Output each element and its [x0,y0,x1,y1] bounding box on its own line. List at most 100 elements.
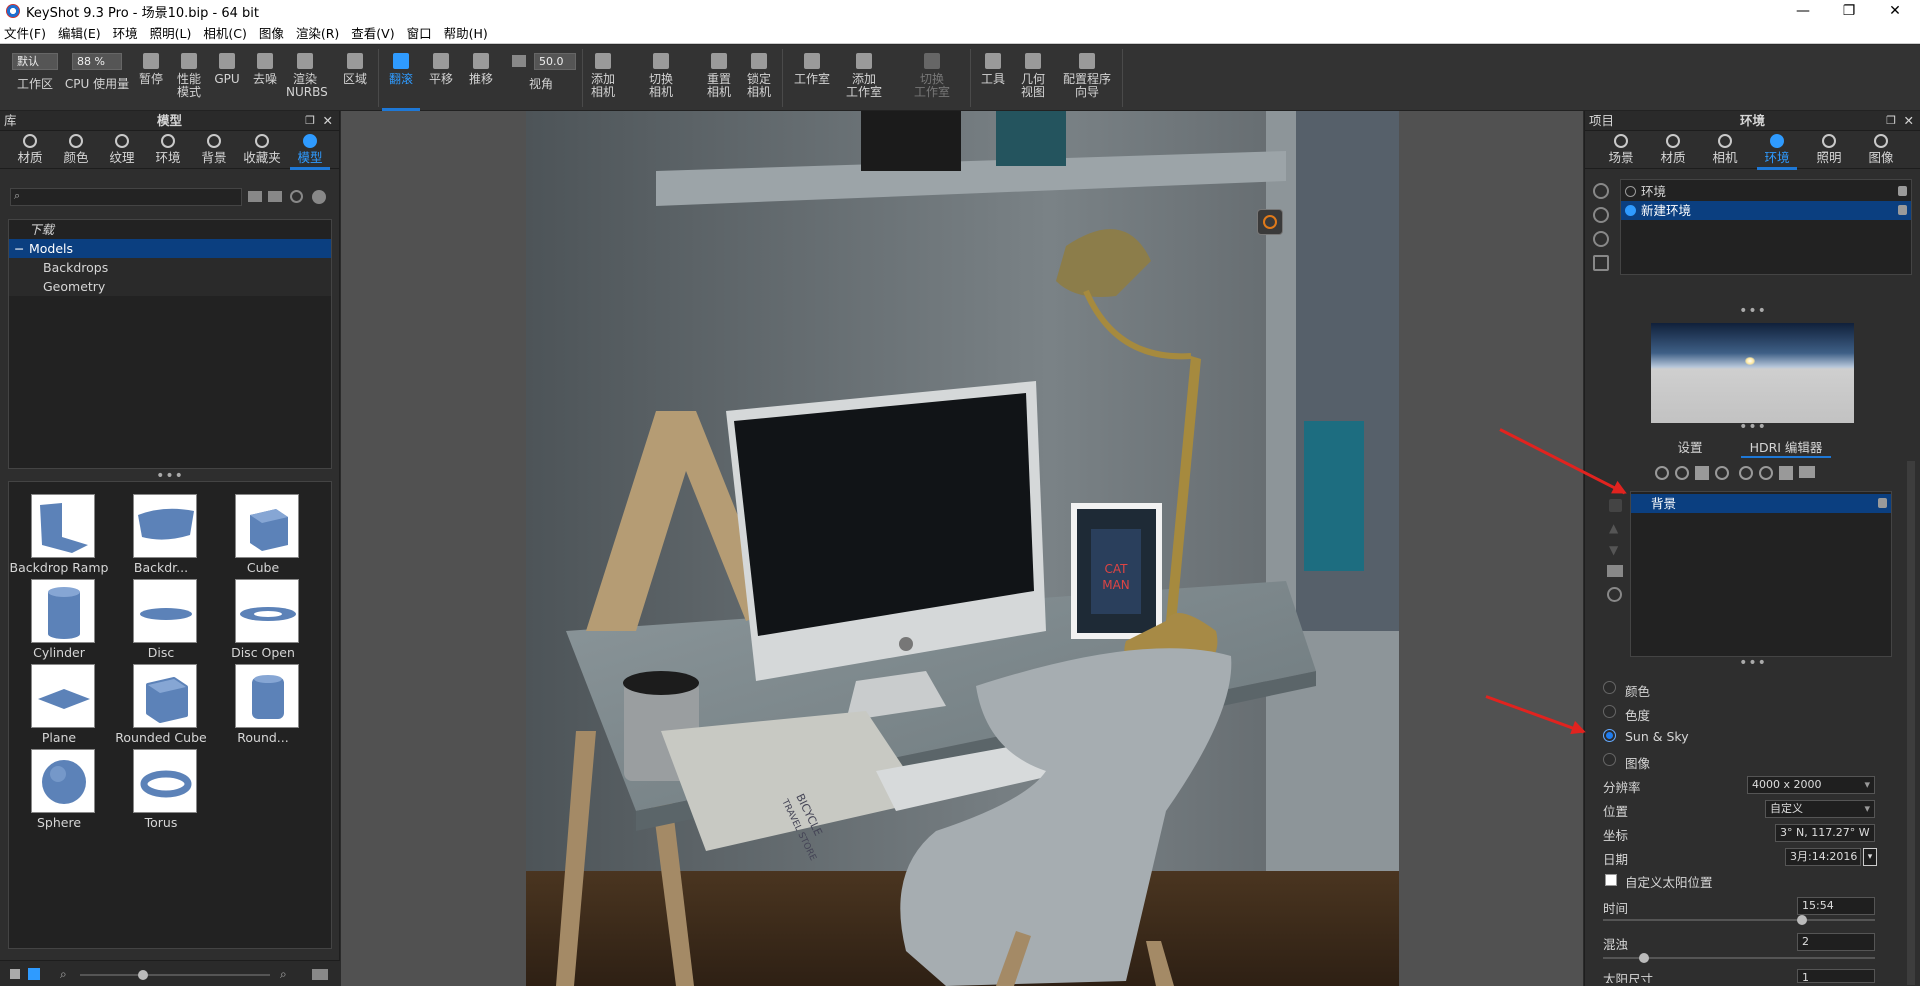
menu-edit[interactable]: 编辑(E) [58,23,101,42]
close-panel-icon[interactable]: ✕ [1904,111,1914,131]
tab-favorites[interactable]: 收藏夹 [236,133,288,165]
tab-lighting[interactable]: 照明 [1805,133,1853,165]
menu-render[interactable]: 渲染(R) [296,23,339,42]
move-up-icon[interactable]: ▲ [1609,521,1618,535]
radio-sun-sky[interactable] [1603,729,1616,742]
model-backdrop-ramp[interactable]: Backdrop Ramp [9,494,109,575]
model-rounded-cylinder[interactable]: Round... [213,664,313,745]
radio-color[interactable] [1603,681,1616,694]
tree-item-geometry[interactable]: Geometry [9,277,331,296]
splitter-handle[interactable]: ••• [1738,656,1768,670]
move-down-icon[interactable]: ▼ [1609,543,1618,557]
lock-camera-button[interactable]: 锁定 相机 [742,49,776,107]
model-disc-open[interactable]: Disc Open [213,579,313,660]
folder-add-icon[interactable] [268,191,282,202]
pause-button[interactable]: 暂停 [134,49,168,107]
environment-item[interactable]: 环境 [1621,182,1911,201]
thumbnail-size-slider[interactable] [80,970,270,980]
region-button[interactable]: 区域 [338,49,372,107]
render-mode-button[interactable] [1257,209,1283,235]
splitter-handle[interactable]: ••• [1738,420,1768,434]
refresh-icon[interactable] [290,190,303,203]
fov-input[interactable]: 50.0 [534,53,576,70]
tree-item-downloads[interactable]: 下载 [9,220,331,239]
turbidity-slider[interactable] [1603,953,1875,963]
model-cube[interactable]: Cube [213,494,313,575]
switch-studio-button[interactable]: 切换 工作室 [900,49,964,107]
layer-item-background[interactable]: 背景 [1631,494,1891,513]
date-picker-icon[interactable]: ▾ [1863,848,1877,866]
slider-knob[interactable] [138,970,148,980]
geometry-view-button[interactable]: 几何 视图 [1016,49,1050,107]
menu-lighting[interactable]: 照明(L) [150,23,192,42]
refresh-icon[interactable] [1739,466,1753,480]
denoise-button[interactable]: 去噪 [248,49,282,107]
menu-camera[interactable]: 相机(C) [203,23,246,42]
hdri-preview[interactable] [1651,323,1854,423]
radio-image[interactable] [1603,753,1616,766]
duplicate-icon[interactable] [1759,466,1773,480]
environment-item-selected[interactable]: 新建环境 [1621,201,1911,220]
tab-environments[interactable]: 环境 [144,133,192,165]
tab-textures[interactable]: 纹理 [98,133,146,165]
menu-window[interactable]: 窗口 [407,23,432,42]
model-torus[interactable]: Torus [111,749,211,830]
add-image-pin-icon[interactable] [1695,466,1709,480]
lock-icon[interactable] [1878,498,1887,508]
tab-models[interactable]: 模型 [286,133,334,170]
minimize-button[interactable]: — [1780,0,1826,22]
lock-icon[interactable] [1898,186,1907,196]
tab-environment[interactable]: 环境 [1753,133,1801,170]
add-pin-light-icon[interactable] [1675,466,1689,480]
splitter-handle[interactable]: ••• [155,469,185,483]
slider-knob[interactable] [1639,953,1649,963]
crosshair-icon[interactable] [1607,587,1622,602]
resolution-select[interactable]: 4000 x 2000 [1747,776,1875,794]
reset-camera-button[interactable]: 重置 相机 [702,49,736,107]
cloud-library-icon[interactable] [312,190,326,204]
close-panel-icon[interactable]: ✕ [323,111,333,131]
undock-icon[interactable]: ❐ [1886,111,1896,131]
time-input[interactable]: 15:54 [1797,897,1875,915]
sun-size-input[interactable]: 1 [1797,969,1875,983]
configurator-wizard-button[interactable]: 配置程序 向导 [1058,49,1116,107]
collapse-icon[interactable]: − [14,239,24,258]
render-viewport[interactable]: CAT MAN BICYCLE TRAVEL STORE [341,111,1583,986]
environment-settings-icon[interactable] [1593,231,1609,247]
trash-icon[interactable] [1593,255,1609,271]
add-sun-icon[interactable] [1715,466,1729,480]
add-environment-icon[interactable] [1593,183,1609,199]
splitter-handle[interactable]: ••• [1738,304,1768,318]
model-backdrop[interactable]: Backdr... [111,494,211,575]
folder-icon[interactable] [1607,565,1623,577]
date-input[interactable]: 3月:14:2016 [1785,848,1861,866]
grid-view-icon[interactable] [28,968,40,980]
folder-open-icon[interactable] [1799,466,1815,478]
tab-image[interactable]: 图像 [1857,133,1905,165]
library-search-input[interactable]: ⌕ [10,188,242,206]
model-plane[interactable]: Plane [9,664,109,745]
tree-item-backdrops[interactable]: Backdrops [9,258,331,277]
menu-file[interactable]: 文件(F) [4,23,46,42]
sun-marker[interactable] [1745,357,1755,365]
menu-environment[interactable]: 环境 [113,23,138,42]
turbidity-input[interactable]: 2 [1797,933,1875,951]
add-camera-button[interactable]: 添加 相机 [586,49,620,107]
lock-icon[interactable] [1898,205,1907,215]
gpu-button[interactable]: GPU [210,49,244,107]
duplicate-environment-icon[interactable] [1593,207,1609,223]
add-pin-icon[interactable] [1655,466,1669,480]
dolly-button[interactable]: 推移 [464,49,498,107]
custom-sun-checkbox[interactable] [1605,874,1617,886]
tab-materials[interactable]: 材质 [6,133,54,165]
studio-button[interactable]: 工作室 [790,49,834,107]
trash-icon[interactable] [1609,499,1622,512]
undock-icon[interactable]: ❐ [305,111,315,131]
model-sphere[interactable]: Sphere [9,749,109,830]
close-button[interactable]: ✕ [1872,0,1918,22]
menu-help[interactable]: 帮助(H) [444,23,488,42]
slider-knob[interactable] [1797,915,1807,925]
performance-mode-button[interactable]: 性能 模式 [172,49,206,107]
model-cylinder[interactable]: Cylinder [9,579,109,660]
cpu-usage-select[interactable]: 88 % [72,53,122,70]
